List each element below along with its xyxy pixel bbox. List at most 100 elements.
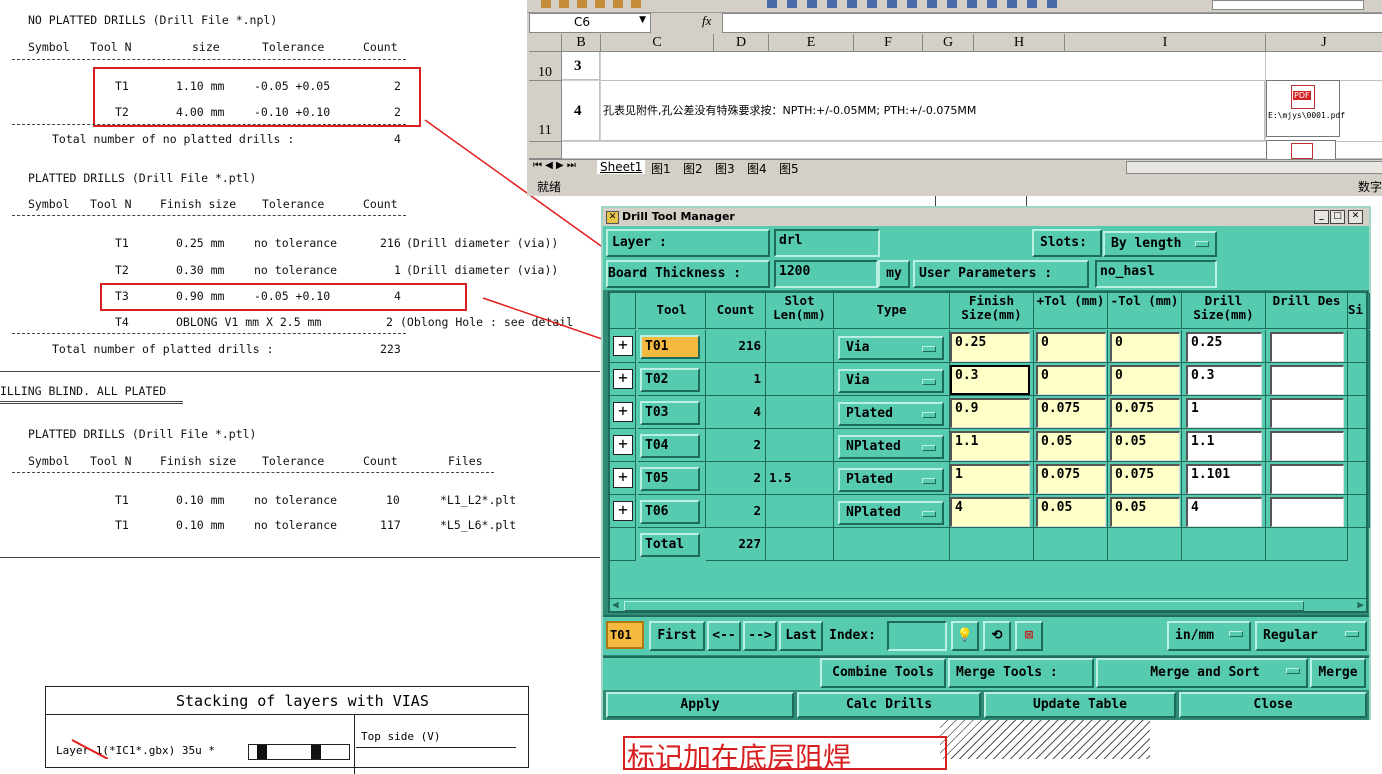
title-bar[interactable]: ✕ Drill Tool Manager _ □ ✕ [603,208,1369,226]
row-selector[interactable]: + [610,462,636,495]
drill-size-input[interactable]: 1.101 [1186,464,1262,494]
finish-size-input[interactable]: 1 [950,464,1030,494]
corner-cell[interactable] [529,34,562,52]
layer-field[interactable]: drl [774,229,880,257]
row-selector[interactable]: + [610,363,636,396]
type-select[interactable]: NPlated [838,501,944,525]
name-box[interactable]: C6 ▼ [529,13,651,33]
cell-j10[interactable] [1266,52,1382,81]
column-header[interactable]: C [601,34,714,52]
finish-size-input[interactable]: 0.25 [950,332,1030,362]
combine-tools-button[interactable]: Combine Tools [820,658,946,688]
column-header[interactable]: I [1065,34,1266,52]
row-plus-icon[interactable]: + [613,468,633,488]
drill-size-input[interactable]: 1 [1186,398,1262,428]
row-selector[interactable]: + [610,330,636,363]
row-selector[interactable]: + [610,495,636,528]
drill-des-input[interactable] [1270,398,1344,428]
header-plus-tol[interactable]: +Tol (mm) [1034,293,1108,329]
row-plus-icon[interactable]: + [613,402,633,422]
row-header[interactable]: 11 [529,81,562,142]
drill-des-input[interactable] [1270,365,1344,395]
minus-tol-input[interactable]: 0 [1110,332,1180,362]
cell-c10[interactable] [601,52,1266,81]
header-count[interactable]: Count [706,293,766,329]
header-drill-size[interactable]: Drill Size(mm) [1182,293,1266,329]
formula-bar[interactable] [722,13,1382,33]
column-header[interactable]: D [714,34,769,52]
row-header[interactable] [529,142,562,159]
column-header[interactable]: E [769,34,854,52]
close-button[interactable]: Close [1179,692,1367,718]
refresh-icon[interactable]: ⟲ [983,621,1011,651]
row-plus-icon[interactable]: + [613,435,633,455]
header-si[interactable]: Si [1348,293,1370,329]
tab-nav-icons[interactable]: ⏮ ◀ ▶ ⏭ [533,160,576,171]
header-tool[interactable]: Tool [638,293,706,329]
type-select[interactable]: Via [838,369,944,393]
cell-row12[interactable] [562,142,1382,159]
drill-size-input[interactable]: 4 [1186,497,1262,527]
row-selector[interactable]: + [610,429,636,462]
minus-tol-input[interactable]: 0.05 [1110,497,1180,527]
plus-tol-input[interactable]: 0.05 [1036,497,1106,527]
tool-button[interactable]: T05 [640,467,700,491]
merge-mode-select[interactable]: Merge and Sort [1096,658,1308,688]
toolbar-icons[interactable] [767,0,1067,8]
tool-button[interactable]: T03 [640,401,700,425]
type-select[interactable]: Via [838,336,944,360]
mode-select[interactable]: Regular [1255,621,1367,651]
plus-tol-input[interactable]: 0 [1036,365,1106,395]
cell-b10[interactable]: 3 [562,52,600,80]
plus-tol-input[interactable]: 0.075 [1036,398,1106,428]
update-table-button[interactable]: Update Table [984,692,1176,718]
drill-des-input[interactable] [1270,332,1344,362]
units-select[interactable]: in/mm [1167,621,1251,651]
drill-size-input[interactable]: 0.3 [1186,365,1262,395]
cell-b11[interactable]: 4 [562,81,600,141]
tool-button[interactable]: T04 [640,434,700,458]
user-parameters-field[interactable]: no_hasl [1095,260,1217,288]
finish-size-input[interactable]: 0.9 [950,398,1030,428]
row-selector[interactable]: + [610,396,636,429]
prev-button[interactable]: <-- [707,621,741,651]
board-thickness-field[interactable]: 1200 [774,260,878,288]
drill-des-input[interactable] [1270,497,1344,527]
finish-size-input[interactable]: 1.1 [950,431,1030,461]
tab-fig5[interactable]: 图5 [779,160,799,177]
horizontal-scrollbar[interactable] [1126,161,1382,174]
tab-fig2[interactable]: 图2 [683,160,703,177]
header-drill-des[interactable]: Drill Des [1266,293,1348,329]
merge-button[interactable]: Merge [1310,658,1366,688]
header-slot-len[interactable]: Slot Len(mm) [766,293,834,329]
minus-tol-input[interactable]: 0 [1110,365,1180,395]
row-plus-icon[interactable]: + [613,336,633,356]
tool-button[interactable]: T02 [640,368,700,392]
table-hscrollbar[interactable]: ◀ ▶ [610,598,1366,611]
delete-icon[interactable]: ⊠ [1015,621,1043,651]
minimize-icon[interactable]: _ [1314,210,1329,224]
tab-fig4[interactable]: 图4 [747,160,767,177]
plus-tol-input[interactable]: 0.075 [1036,464,1106,494]
toolbar-icons[interactable] [541,0,641,8]
finish-size-input[interactable]: 0.3 [950,365,1030,395]
apply-button[interactable]: Apply [606,692,794,718]
close-icon[interactable]: ✕ [1348,210,1363,224]
tool-button[interactable]: T01 [640,335,700,359]
chevron-down-icon[interactable]: ▼ [639,15,646,25]
scroll-left-icon[interactable]: ◀ [612,598,619,611]
minus-tol-input[interactable]: 0.075 [1110,464,1180,494]
column-header[interactable]: J [1266,34,1382,52]
finish-size-input[interactable]: 4 [950,497,1030,527]
drill-size-input[interactable]: 1.1 [1186,431,1262,461]
drill-des-input[interactable] [1270,464,1344,494]
first-button[interactable]: First [649,621,705,651]
pdf-object[interactable]: PDF E:\mjys\0001.pdf [1266,80,1345,137]
pdf-object[interactable] [1266,140,1336,160]
scroll-thumb[interactable] [624,601,1304,611]
bulb-icon[interactable]: 💡 [951,621,979,651]
minus-tol-input[interactable]: 0.05 [1110,431,1180,461]
row-plus-icon[interactable]: + [613,369,633,389]
drill-des-input[interactable] [1270,431,1344,461]
header-type[interactable]: Type [834,293,950,329]
